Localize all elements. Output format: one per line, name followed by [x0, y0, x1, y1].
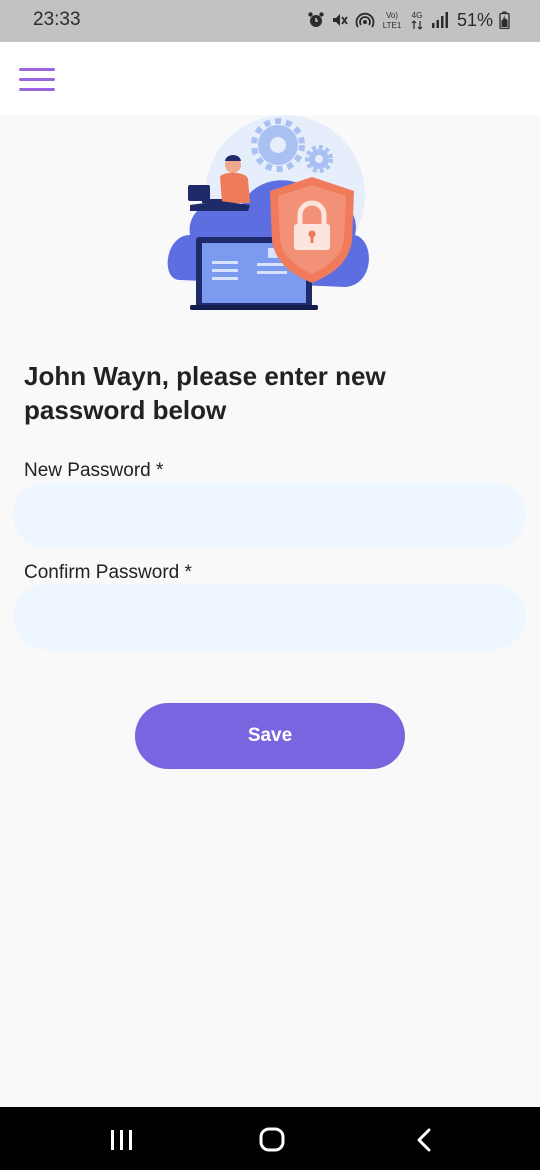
battery-percent: 51% — [456, 9, 493, 30]
status-icons: Vo) LTE1 4G 51% — [307, 8, 510, 32]
back-icon — [417, 1128, 431, 1152]
mute-icon — [332, 14, 348, 26]
home-icon — [259, 1127, 285, 1152]
home-button[interactable] — [232, 1107, 312, 1170]
volte-top-text: Vo) — [386, 11, 398, 20]
volte-bottom-text: LTE1 — [383, 21, 402, 30]
page-title: John Wayn, please enter new password bel… — [24, 361, 386, 425]
status-bar: 23:33 Vo) LTE1 4G 51% — [0, 0, 540, 42]
hotspot-icon — [355, 12, 375, 28]
confirm-password-field[interactable] — [13, 584, 526, 650]
confirm-password-label: Confirm Password * — [24, 562, 192, 583]
cloud-security-illustration — [167, 115, 369, 310]
new-password-field[interactable] — [13, 482, 526, 548]
4g-icon: 4G — [411, 11, 423, 30]
menu-line — [19, 88, 55, 91]
save-button[interactable]: Save — [135, 703, 405, 769]
status-time: 23:33 — [33, 9, 81, 30]
menu-line — [19, 78, 55, 81]
battery-icon — [499, 11, 510, 29]
back-button[interactable] — [384, 1107, 464, 1170]
signal-icon — [431, 12, 448, 28]
new-password-label: New Password * — [24, 460, 164, 481]
recent-apps-icon — [111, 1130, 132, 1150]
navigation-bar — [0, 1107, 540, 1170]
alarm-icon — [308, 12, 324, 27]
app-header — [0, 42, 540, 115]
recent-apps-button[interactable] — [82, 1107, 162, 1170]
hamburger-menu-icon[interactable] — [14, 60, 60, 98]
network-gen-text: 4G — [412, 11, 423, 20]
volte-icon: Vo) LTE1 — [383, 11, 402, 30]
menu-line — [19, 68, 55, 71]
